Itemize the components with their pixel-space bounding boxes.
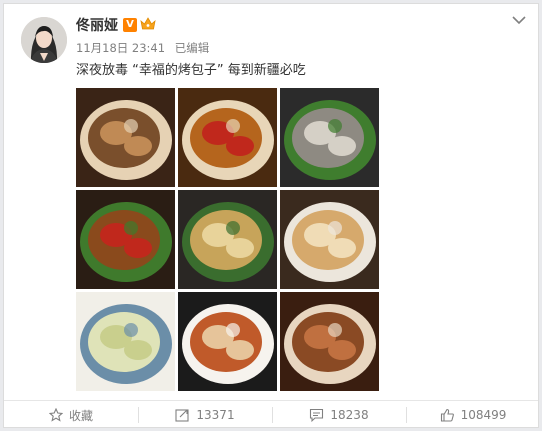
repost-button[interactable]: 13371 — [138, 401, 272, 429]
photo-chili-chicken[interactable] — [178, 88, 277, 187]
photo-fried-noodles[interactable] — [178, 190, 277, 289]
post-text: 深夜放毒 “幸福的烤包子” 每到新疆必吃 — [76, 63, 306, 78]
comment-icon — [310, 408, 324, 422]
favorite-label: 收藏 — [68, 408, 93, 423]
chevron-down-icon[interactable] — [510, 12, 528, 28]
weibo-post-card: 佟丽娅 V 11月18日 23:41 已编辑 深夜放毒 “幸福的烤包子” 每到新… — [3, 3, 539, 428]
photo-braised-meat[interactable] — [76, 88, 175, 187]
thumbs-up-icon — [440, 408, 454, 422]
star-icon — [48, 408, 63, 422]
photo-lamb-skewers[interactable] — [280, 292, 379, 391]
post-time[interactable]: 11月18日 23:41 — [76, 41, 165, 55]
like-button[interactable]: 108499 — [406, 401, 540, 429]
favorite-button[interactable]: 收藏 — [4, 401, 138, 429]
verified-badge-icon: V — [123, 18, 137, 32]
edited-label: 已编辑 — [174, 41, 210, 55]
photo-lamb-platter[interactable] — [280, 88, 379, 187]
like-count: 108499 — [460, 408, 507, 422]
avatar[interactable] — [21, 17, 67, 63]
comment-count: 18238 — [330, 408, 369, 422]
post-meta: 11月18日 23:41 已编辑 — [76, 40, 215, 56]
photo-green-grapes[interactable] — [76, 292, 175, 391]
photo-big-plate-chicken[interactable] — [76, 190, 175, 289]
comment-button[interactable]: 18238 — [272, 401, 406, 429]
photo-noodle-soup[interactable] — [178, 292, 277, 391]
crown-icon — [140, 17, 156, 35]
repost-count: 13371 — [196, 408, 235, 422]
action-bar: 收藏 13371 18238 108499 — [4, 401, 540, 429]
repost-icon — [175, 409, 189, 422]
photo-baked-buns[interactable] — [280, 190, 379, 289]
username[interactable]: 佟丽娅 — [76, 15, 118, 35]
